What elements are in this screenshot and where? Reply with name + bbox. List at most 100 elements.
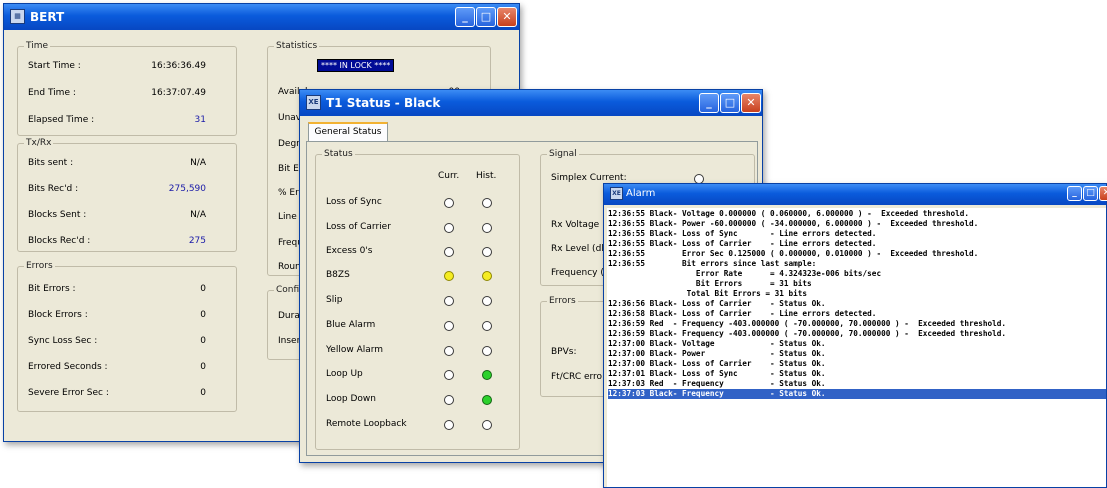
frequency-label: Frequency ( (551, 268, 604, 278)
errors-group: Errors Bit Errors : 0 Block Errors : 0 S… (17, 261, 237, 412)
block-errors-value: 0 (200, 310, 206, 320)
alarm-app-icon: XE (610, 187, 623, 200)
bits-recd-value: 275,590 (168, 184, 206, 194)
sync-loss-sec-label: Sync Loss Sec : (28, 336, 98, 346)
excess-zeros-hist-led (482, 247, 492, 257)
col-curr-header: Curr. (438, 171, 460, 181)
loss-of-sync-curr-led (444, 198, 454, 208)
tab-general-status-label: General Status (314, 127, 382, 137)
loop-down-hist-led (482, 395, 492, 405)
alarm-log-line: Total Bit Errors = 31 bits (608, 289, 808, 298)
end-time-value: 16:37:07.49 (151, 88, 206, 98)
t1-titlebar[interactable]: XE T1 Status - Black _ □ ✕ (300, 90, 762, 116)
start-time-label: Start Time : (28, 61, 81, 71)
loop-up-hist-led (482, 370, 492, 380)
statistics-legend: Statistics (274, 41, 320, 51)
bit-errors-label: Bit Errors : (28, 284, 76, 294)
errored-seconds-value: 0 (200, 362, 206, 372)
bits-sent-label: Bits sent : (28, 158, 74, 168)
ft-crc-errors-label: Ft/CRC erro (551, 372, 603, 382)
bert-titlebar[interactable]: ▦ BERT _ □ ✕ (4, 4, 519, 30)
status-label-loss-of-carrier: Loss of Carrier (326, 222, 391, 232)
yellow-alarm-hist-led (482, 346, 492, 356)
col-hist-header: Hist. (476, 171, 497, 181)
signal-legend: Signal (547, 149, 579, 159)
rx-level-label: Rx Level (dl (551, 244, 604, 254)
blocks-recd-label: Blocks Rec'd : (28, 236, 91, 246)
bits-recd-label: Bits Rec'd : (28, 184, 79, 194)
minimize-icon[interactable]: _ (455, 7, 475, 27)
minimize-icon[interactable]: _ (699, 93, 719, 113)
blue-alarm-hist-led (482, 321, 492, 331)
bert-app-icon: ▦ (10, 9, 25, 24)
status-label-yellow-alarm: Yellow Alarm (326, 345, 384, 355)
status-label-loop-down: Loop Down (326, 394, 376, 404)
close-icon[interactable]: ✕ (497, 7, 517, 27)
rx-voltage-label: Rx Voltage (551, 220, 600, 230)
txrx-legend: Tx/Rx (24, 138, 54, 148)
severe-error-sec-label: Severe Error Sec : (28, 388, 109, 398)
sync-loss-sec-value: 0 (200, 336, 206, 346)
alarm-window: XE Alarm _ □ ✕ 12:36:55 Black- Voltage 0… (603, 183, 1107, 488)
blocks-sent-label: Blocks Sent : (28, 210, 87, 220)
status-label-loop-up: Loop Up (326, 369, 363, 379)
t1-title: T1 Status - Black (326, 96, 441, 110)
alarm-log-line-selected[interactable]: 12:37:03 Black- Frequency - Status Ok. (608, 389, 1106, 399)
elapsed-time-label: Elapsed Time : (28, 115, 95, 125)
close-icon[interactable]: ✕ (1099, 186, 1107, 201)
alarm-log-line: 12:37:03 Red - Frequency - Status Ok. (608, 379, 826, 388)
loss-of-carrier-hist-led (482, 223, 492, 233)
maximize-icon[interactable]: □ (1083, 186, 1098, 201)
alarm-title: Alarm (626, 188, 656, 199)
alarm-log-line: 12:36:59 Red - Frequency -403.000000 ( -… (608, 319, 1007, 328)
simplex-current-label: Simplex Current: (551, 173, 627, 183)
alarm-log-line: 12:36:55 Bit errors since last sample: (608, 259, 817, 268)
maximize-icon[interactable]: □ (720, 93, 740, 113)
blocks-recd-value: 275 (188, 236, 206, 246)
status-label-b8zs: B8ZS (326, 270, 350, 280)
remote-loopback-curr-led (444, 420, 454, 430)
stat-label-line: Line (278, 212, 297, 222)
alarm-log-line: 12:36:55 Black- Power -60.000000 ( -34.0… (608, 219, 979, 228)
alarm-log-line: 12:36:55 Black- Voltage 0.000000 ( 0.060… (608, 209, 970, 218)
status-label-remote-loopback: Remote Loopback (326, 419, 407, 429)
loss-of-carrier-curr-led (444, 223, 454, 233)
maximize-icon[interactable]: □ (476, 7, 496, 27)
alarm-log-line: 12:37:01 Black- Loss of Sync - Status Ok… (608, 369, 826, 378)
close-icon[interactable]: ✕ (741, 93, 761, 113)
alarm-log-line: 12:37:00 Black- Voltage - Status Ok. (608, 339, 826, 348)
minimize-icon[interactable]: _ (1067, 186, 1082, 201)
alarm-log-line: Bit Errors = 31 bits (608, 279, 812, 288)
bert-title: BERT (30, 10, 65, 24)
tab-general-status[interactable]: General Status (308, 122, 388, 142)
alarm-titlebar[interactable]: XE Alarm _ □ ✕ (604, 184, 1107, 205)
b8zs-hist-led (482, 271, 492, 281)
stat-label-round: Roun (278, 262, 301, 272)
remote-loopback-hist-led (482, 420, 492, 430)
alarm-log[interactable]: 12:36:55 Black- Voltage 0.000000 ( 0.060… (607, 208, 1106, 487)
status-label-slip: Slip (326, 295, 343, 305)
stat-label-unavailable: Unav (278, 113, 302, 123)
block-errors-label: Block Errors : (28, 310, 88, 320)
t1-status-group: Status Curr. Hist. Loss of Sync Loss of … (315, 149, 520, 450)
loop-up-curr-led (444, 370, 454, 380)
blocks-sent-value: N/A (190, 210, 206, 220)
status-label-blue-alarm: Blue Alarm (326, 320, 376, 330)
excess-zeros-curr-led (444, 247, 454, 257)
errors-legend: Errors (24, 261, 55, 271)
t1-errors-legend: Errors (547, 296, 578, 306)
stat-label-degraded: Degr (278, 139, 300, 149)
slip-hist-led (482, 296, 492, 306)
loss-of-sync-hist-led (482, 198, 492, 208)
bit-errors-value: 0 (200, 284, 206, 294)
status-label-loss-of-sync: Loss of Sync (326, 197, 382, 207)
errored-seconds-label: Errored Seconds : (28, 362, 108, 372)
status-label-excess-zeros: Excess 0's (326, 246, 373, 256)
time-legend: Time (24, 41, 51, 51)
alarm-log-line: 12:36:55 Error Sec 0.125000 ( 0.000000, … (608, 249, 979, 258)
config-legend: Confi (274, 285, 302, 295)
start-time-value: 16:36:36.49 (151, 61, 206, 71)
time-group: Time Start Time : 16:36:36.49 End Time :… (17, 41, 237, 136)
alarm-log-line: 12:36:59 Black- Frequency -403.000000 ( … (608, 329, 1007, 338)
alarm-log-line: Error Rate = 4.324323e-006 bits/sec (608, 269, 882, 278)
